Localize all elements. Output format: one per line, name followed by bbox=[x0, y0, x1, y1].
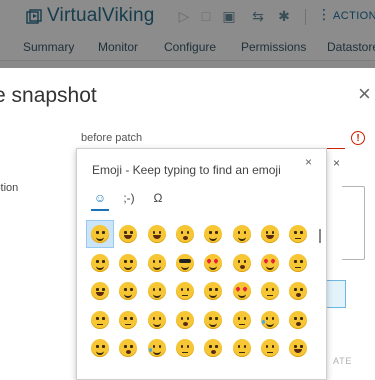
emoji-face-icon bbox=[289, 310, 308, 329]
emoji-face-icon bbox=[260, 253, 279, 272]
emoji-face-icon bbox=[204, 339, 223, 357]
emoji-item[interactable] bbox=[87, 335, 113, 361]
emoji-close-icon[interactable]: × bbox=[305, 155, 312, 169]
emoji-item[interactable] bbox=[229, 335, 255, 361]
emoji-face-icon bbox=[289, 339, 308, 357]
emoji-item[interactable] bbox=[144, 335, 170, 361]
description-textarea[interactable] bbox=[342, 186, 365, 260]
emoji-face-icon bbox=[119, 310, 138, 329]
emoji-face-icon bbox=[175, 225, 194, 243]
emoji-face-icon bbox=[204, 225, 223, 243]
emoji-face-icon bbox=[119, 225, 138, 243]
emoji-item[interactable] bbox=[229, 307, 255, 333]
emoji-face-icon bbox=[232, 225, 251, 243]
emoji-item[interactable] bbox=[115, 278, 141, 304]
emoji-face-icon bbox=[260, 282, 279, 300]
emoji-item[interactable] bbox=[200, 221, 226, 247]
emoji-item[interactable] bbox=[115, 307, 141, 333]
emoji-face-icon bbox=[119, 253, 138, 272]
emoji-item[interactable] bbox=[172, 221, 198, 247]
emoji-item[interactable] bbox=[115, 221, 141, 247]
emoji-panel-title: Emoji - Keep typing to find an emoji bbox=[92, 163, 281, 177]
emoji-tab[interactable]: ☺ bbox=[90, 189, 110, 207]
emoji-item[interactable] bbox=[172, 335, 198, 361]
emoji-face-icon bbox=[204, 253, 223, 272]
emoji-item[interactable] bbox=[87, 250, 113, 276]
emoji-item[interactable] bbox=[285, 250, 311, 276]
emoji-face-icon bbox=[232, 339, 251, 357]
name-label bbox=[0, 132, 3, 144]
dialog-title: e snapshot bbox=[0, 84, 97, 107]
emoji-item[interactable] bbox=[144, 221, 170, 247]
emoji-item[interactable] bbox=[200, 250, 226, 276]
description-label: iption bbox=[0, 182, 19, 194]
emoji-item[interactable] bbox=[144, 250, 170, 276]
emoji-item[interactable] bbox=[144, 307, 170, 333]
emoji-face-icon bbox=[91, 339, 109, 357]
emoji-face-icon bbox=[204, 310, 223, 329]
emoji-item[interactable] bbox=[86, 220, 114, 248]
emoji-face-icon bbox=[175, 310, 194, 329]
emoji-face-icon bbox=[289, 225, 308, 243]
create-button[interactable]: ATE bbox=[333, 356, 352, 366]
emoji-item[interactable] bbox=[144, 278, 170, 304]
emoji-face-icon bbox=[232, 282, 251, 300]
emoji-picker: Emoji - Keep typing to find an emoji × ☺… bbox=[76, 148, 327, 380]
emoji-face-icon bbox=[91, 253, 109, 272]
emoji-item[interactable] bbox=[200, 307, 226, 333]
textarea-clear-icon[interactable]: × bbox=[333, 156, 340, 170]
error-icon: ! bbox=[351, 131, 365, 145]
emoji-item[interactable] bbox=[285, 221, 311, 247]
emoji-face-icon bbox=[204, 282, 223, 300]
emoji-item[interactable] bbox=[285, 307, 311, 333]
emoji-item[interactable] bbox=[229, 221, 255, 247]
emoji-face-icon bbox=[91, 310, 109, 329]
symbols-tab[interactable]: Ω bbox=[148, 189, 168, 207]
emoji-face-icon bbox=[260, 310, 279, 329]
emoji-item[interactable] bbox=[200, 278, 226, 304]
emoji-face-icon bbox=[260, 339, 279, 357]
emoji-item[interactable] bbox=[172, 250, 198, 276]
dialog-close-icon[interactable]: × bbox=[358, 83, 371, 105]
emoji-face-icon bbox=[119, 339, 138, 357]
snapshot-name-input[interactable] bbox=[79, 128, 345, 149]
emoji-face-icon bbox=[119, 282, 138, 300]
emoji-face-icon bbox=[260, 225, 279, 243]
emoji-item[interactable] bbox=[87, 307, 113, 333]
emoji-item[interactable] bbox=[257, 278, 283, 304]
emoji-item[interactable] bbox=[257, 335, 283, 361]
kaomoji-tab[interactable]: ;-) bbox=[119, 189, 139, 207]
emoji-item[interactable] bbox=[229, 278, 255, 304]
emoji-face-icon bbox=[147, 282, 166, 300]
emoji-face-icon bbox=[91, 225, 109, 243]
emoji-item[interactable] bbox=[257, 307, 283, 333]
active-tab-indicator bbox=[91, 209, 109, 211]
emoji-face-icon bbox=[147, 225, 166, 243]
emoji-item[interactable] bbox=[115, 250, 141, 276]
emoji-item[interactable] bbox=[87, 278, 113, 304]
emoji-face-icon bbox=[147, 310, 166, 329]
emoji-item[interactable] bbox=[172, 307, 198, 333]
emoji-face-icon bbox=[232, 253, 251, 272]
emoji-face-icon bbox=[232, 310, 251, 329]
emoji-face-icon bbox=[289, 282, 308, 300]
emoji-face-icon bbox=[91, 282, 109, 300]
emoji-item[interactable] bbox=[172, 278, 198, 304]
emoji-face-icon bbox=[175, 253, 194, 272]
emoji-item[interactable] bbox=[115, 335, 141, 361]
emoji-item[interactable] bbox=[285, 278, 311, 304]
emoji-face-icon bbox=[289, 253, 308, 272]
emoji-face-icon bbox=[147, 339, 166, 357]
scrollbar[interactable] bbox=[319, 229, 321, 243]
emoji-item[interactable] bbox=[200, 335, 226, 361]
emoji-item[interactable] bbox=[285, 335, 311, 361]
emoji-item[interactable] bbox=[229, 250, 255, 276]
emoji-face-icon bbox=[175, 282, 194, 300]
emoji-face-icon bbox=[175, 339, 194, 357]
emoji-face-icon bbox=[147, 253, 166, 272]
emoji-item[interactable] bbox=[257, 221, 283, 247]
emoji-item[interactable] bbox=[257, 250, 283, 276]
